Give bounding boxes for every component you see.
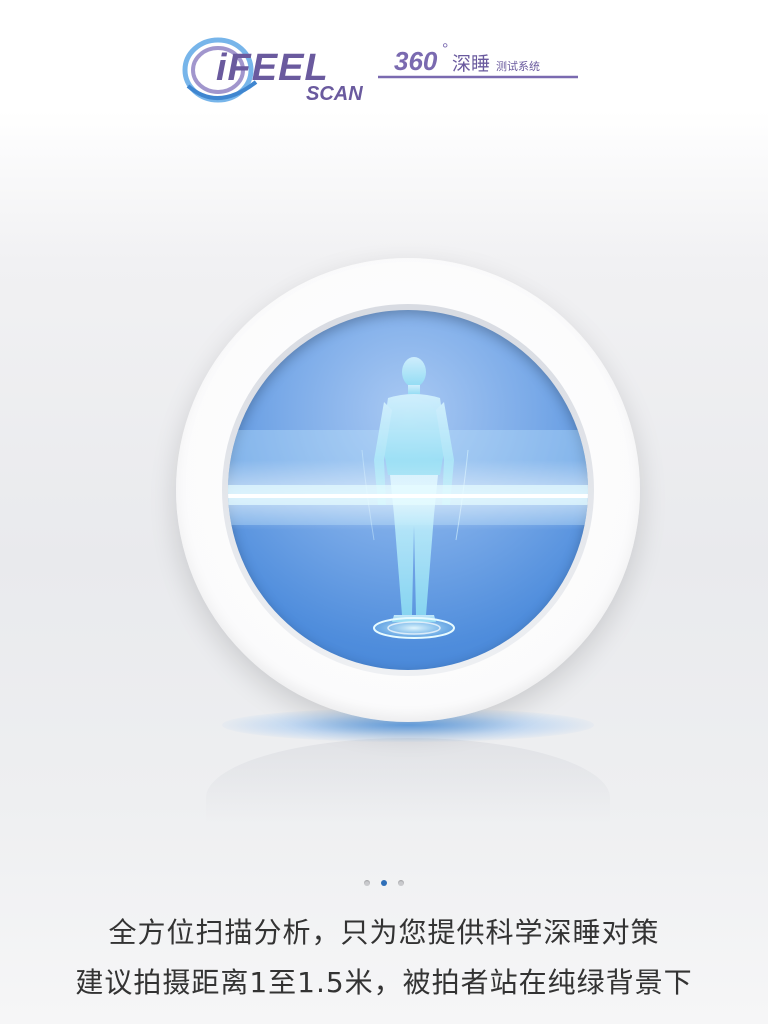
page-dot-2-active[interactable] xyxy=(381,880,387,886)
page-dot-3[interactable] xyxy=(398,880,404,886)
caption-line-2: 建议拍摄距离1至1.5米，被拍者站在纯绿背景下 xyxy=(75,966,693,999)
caption-line-1: 全方位扫描分析，只为您提供科学深睡对策 xyxy=(108,916,660,949)
logo-badge-number: 360 xyxy=(394,46,438,76)
ring-reflection xyxy=(206,738,610,858)
app-logo: iFEEL SCAN 360 ° 深睡 测试系统 xyxy=(178,30,588,110)
logo-badge-title: 深睡 xyxy=(452,53,490,75)
logo-subbrand-text: SCAN xyxy=(306,83,363,105)
scan-beam xyxy=(228,460,588,530)
page-dot-1[interactable] xyxy=(364,880,370,886)
logo-badge-degree: ° xyxy=(442,41,448,58)
scanner-screen xyxy=(228,310,588,670)
logo-badge-subtitle: 测试系统 xyxy=(496,60,540,73)
scan-illustration xyxy=(0,250,768,858)
intro-caption: 全方位扫描分析，只为您提供科学深睡对策 建议拍摄距离1至1.5米，被拍者站在纯绿… xyxy=(0,908,768,1008)
page-indicator xyxy=(0,877,768,889)
